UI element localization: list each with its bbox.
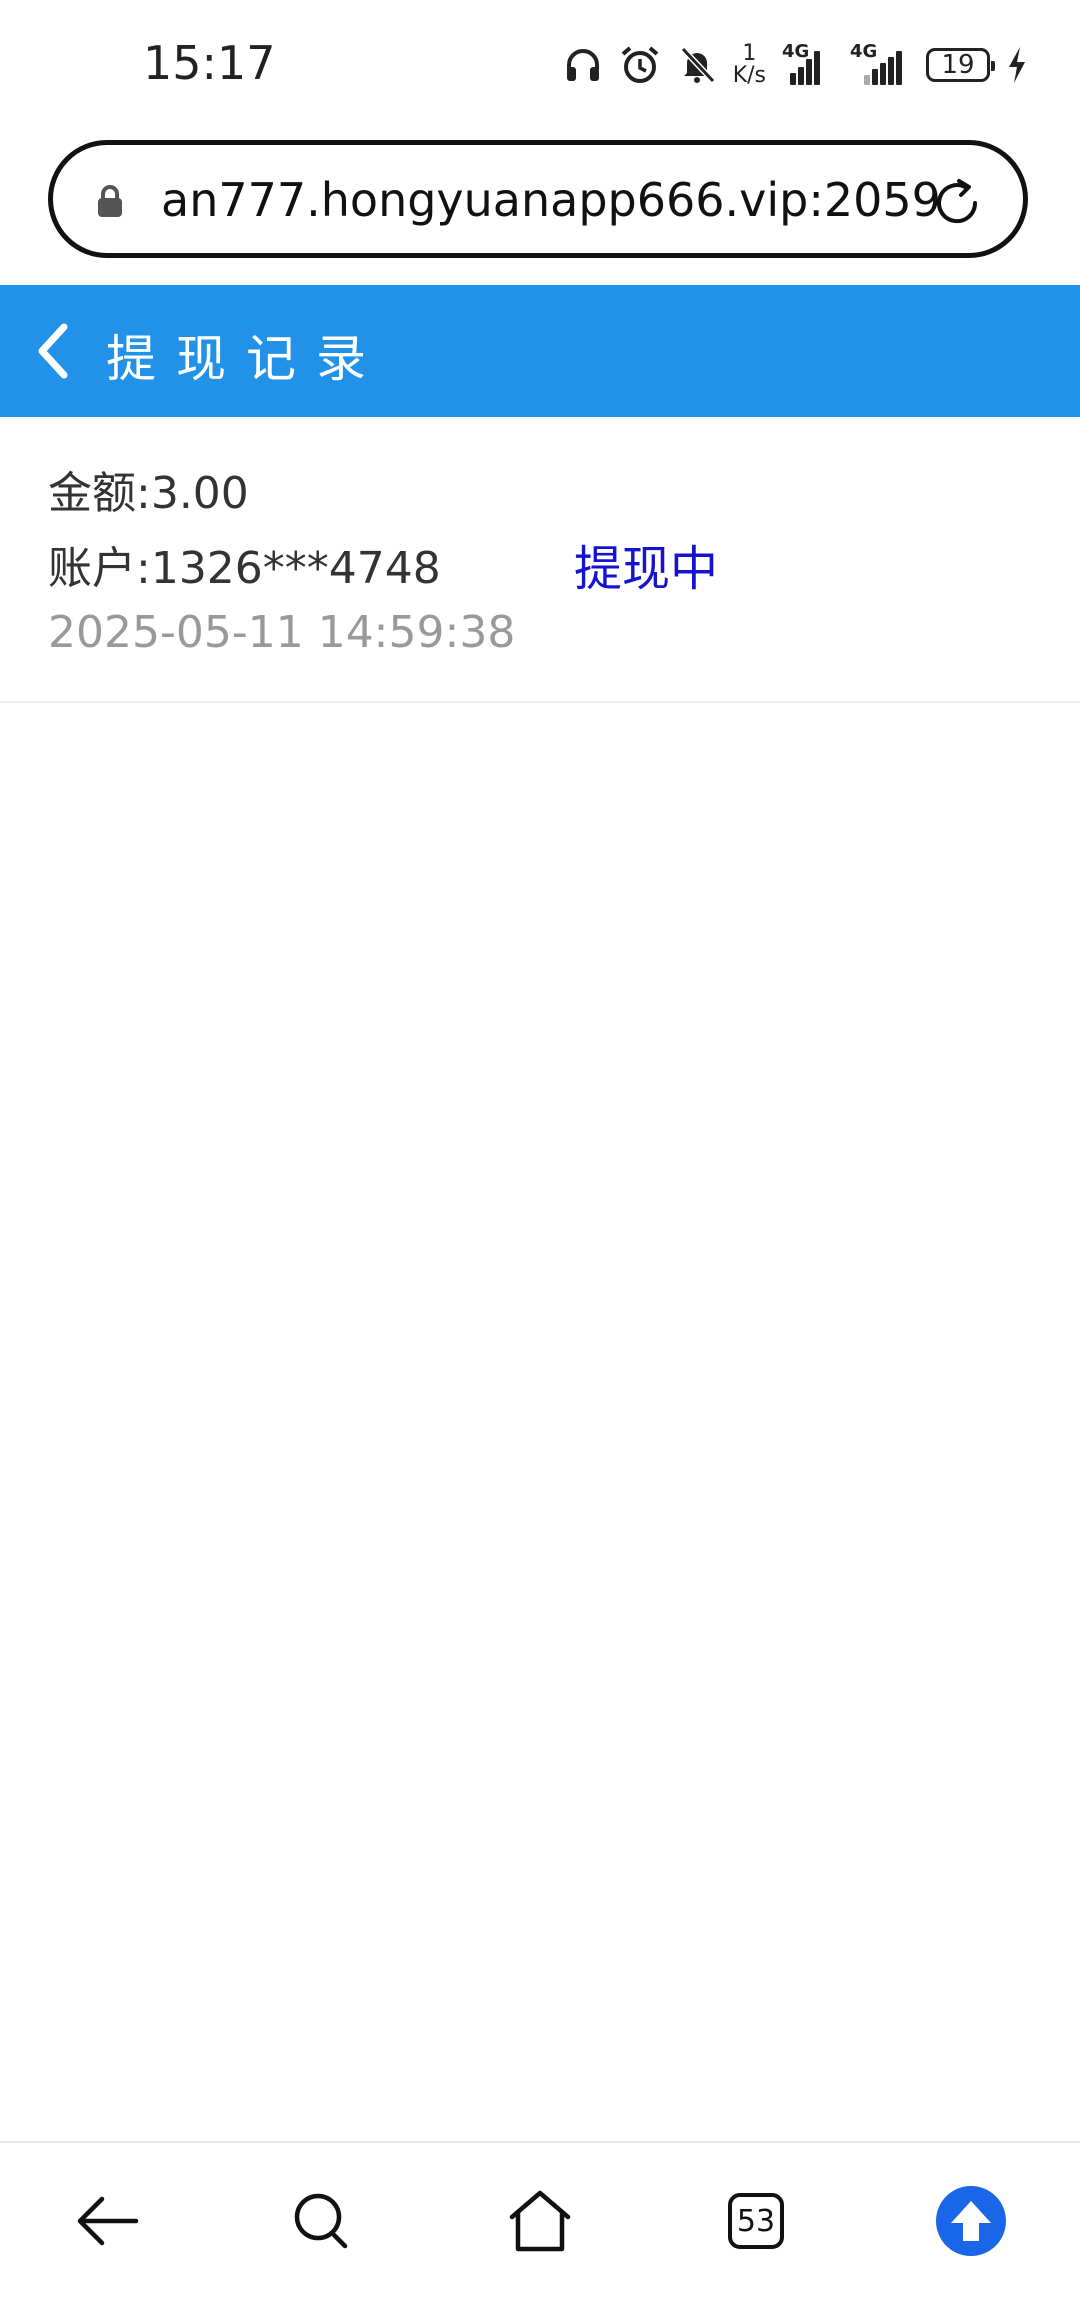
net-speed-value: 1 [742, 41, 757, 66]
status-icons: 1 K/s 4G 4G 19 [563, 40, 1028, 90]
nav-search-button[interactable] [282, 2181, 362, 2261]
home-icon [509, 2190, 571, 2252]
refresh-icon[interactable] [927, 173, 987, 233]
url-text[interactable]: an777.hongyuanapp666.vip:2059 [161, 173, 941, 227]
record-amount: 金额:3.00 [48, 468, 249, 519]
signal-4g-1: 4G [782, 41, 834, 85]
alarm-icon [621, 46, 658, 83]
battery-indicator: 19 [926, 48, 995, 82]
headphones-icon [566, 49, 599, 81]
signal-4g-2: 4G [850, 41, 910, 85]
search-icon [294, 2193, 348, 2249]
back-icon[interactable] [32, 321, 76, 381]
record-account: 账户:1326***4748 [48, 543, 441, 594]
net-speed-unit: K/s [732, 63, 766, 88]
signal-label: 4G [782, 41, 810, 62]
page-title: 提现记录 [106, 330, 386, 388]
net-speed: 1 K/s [733, 43, 766, 87]
tabs-icon: 53 [728, 2193, 784, 2249]
nav-tabs-button[interactable]: 53 [716, 2181, 796, 2261]
signal-label: 4G [850, 41, 878, 62]
browser-bottom-nav: 53 [0, 2141, 1080, 2312]
charging-icon [1009, 47, 1025, 83]
battery-level: 19 [941, 50, 975, 80]
lock-icon [98, 185, 122, 217]
nav-home-button[interactable] [500, 2181, 580, 2261]
nav-back-button[interactable] [68, 2181, 148, 2261]
page-header: 提现记录 [0, 285, 1080, 417]
withdrawal-record: 金额:3.00 账户:1326***4748 提现中 2025-05-11 14… [0, 417, 1080, 703]
scroll-top-button[interactable] [931, 2181, 1011, 2261]
tab-count: 53 [736, 2203, 776, 2239]
status-bar: 15:17 1 K/s 4G 4G 19 [0, 0, 1080, 130]
mute-icon [680, 46, 715, 84]
nav-back-icon [77, 2196, 139, 2246]
record-status: 提现中 [574, 541, 719, 597]
status-time: 15:17 [143, 36, 276, 90]
record-time: 2025-05-11 14:59:38 [48, 607, 516, 658]
address-bar[interactable]: an777.hongyuanapp666.vip:2059 [48, 140, 1028, 258]
scroll-top-icon [936, 2186, 1006, 2256]
